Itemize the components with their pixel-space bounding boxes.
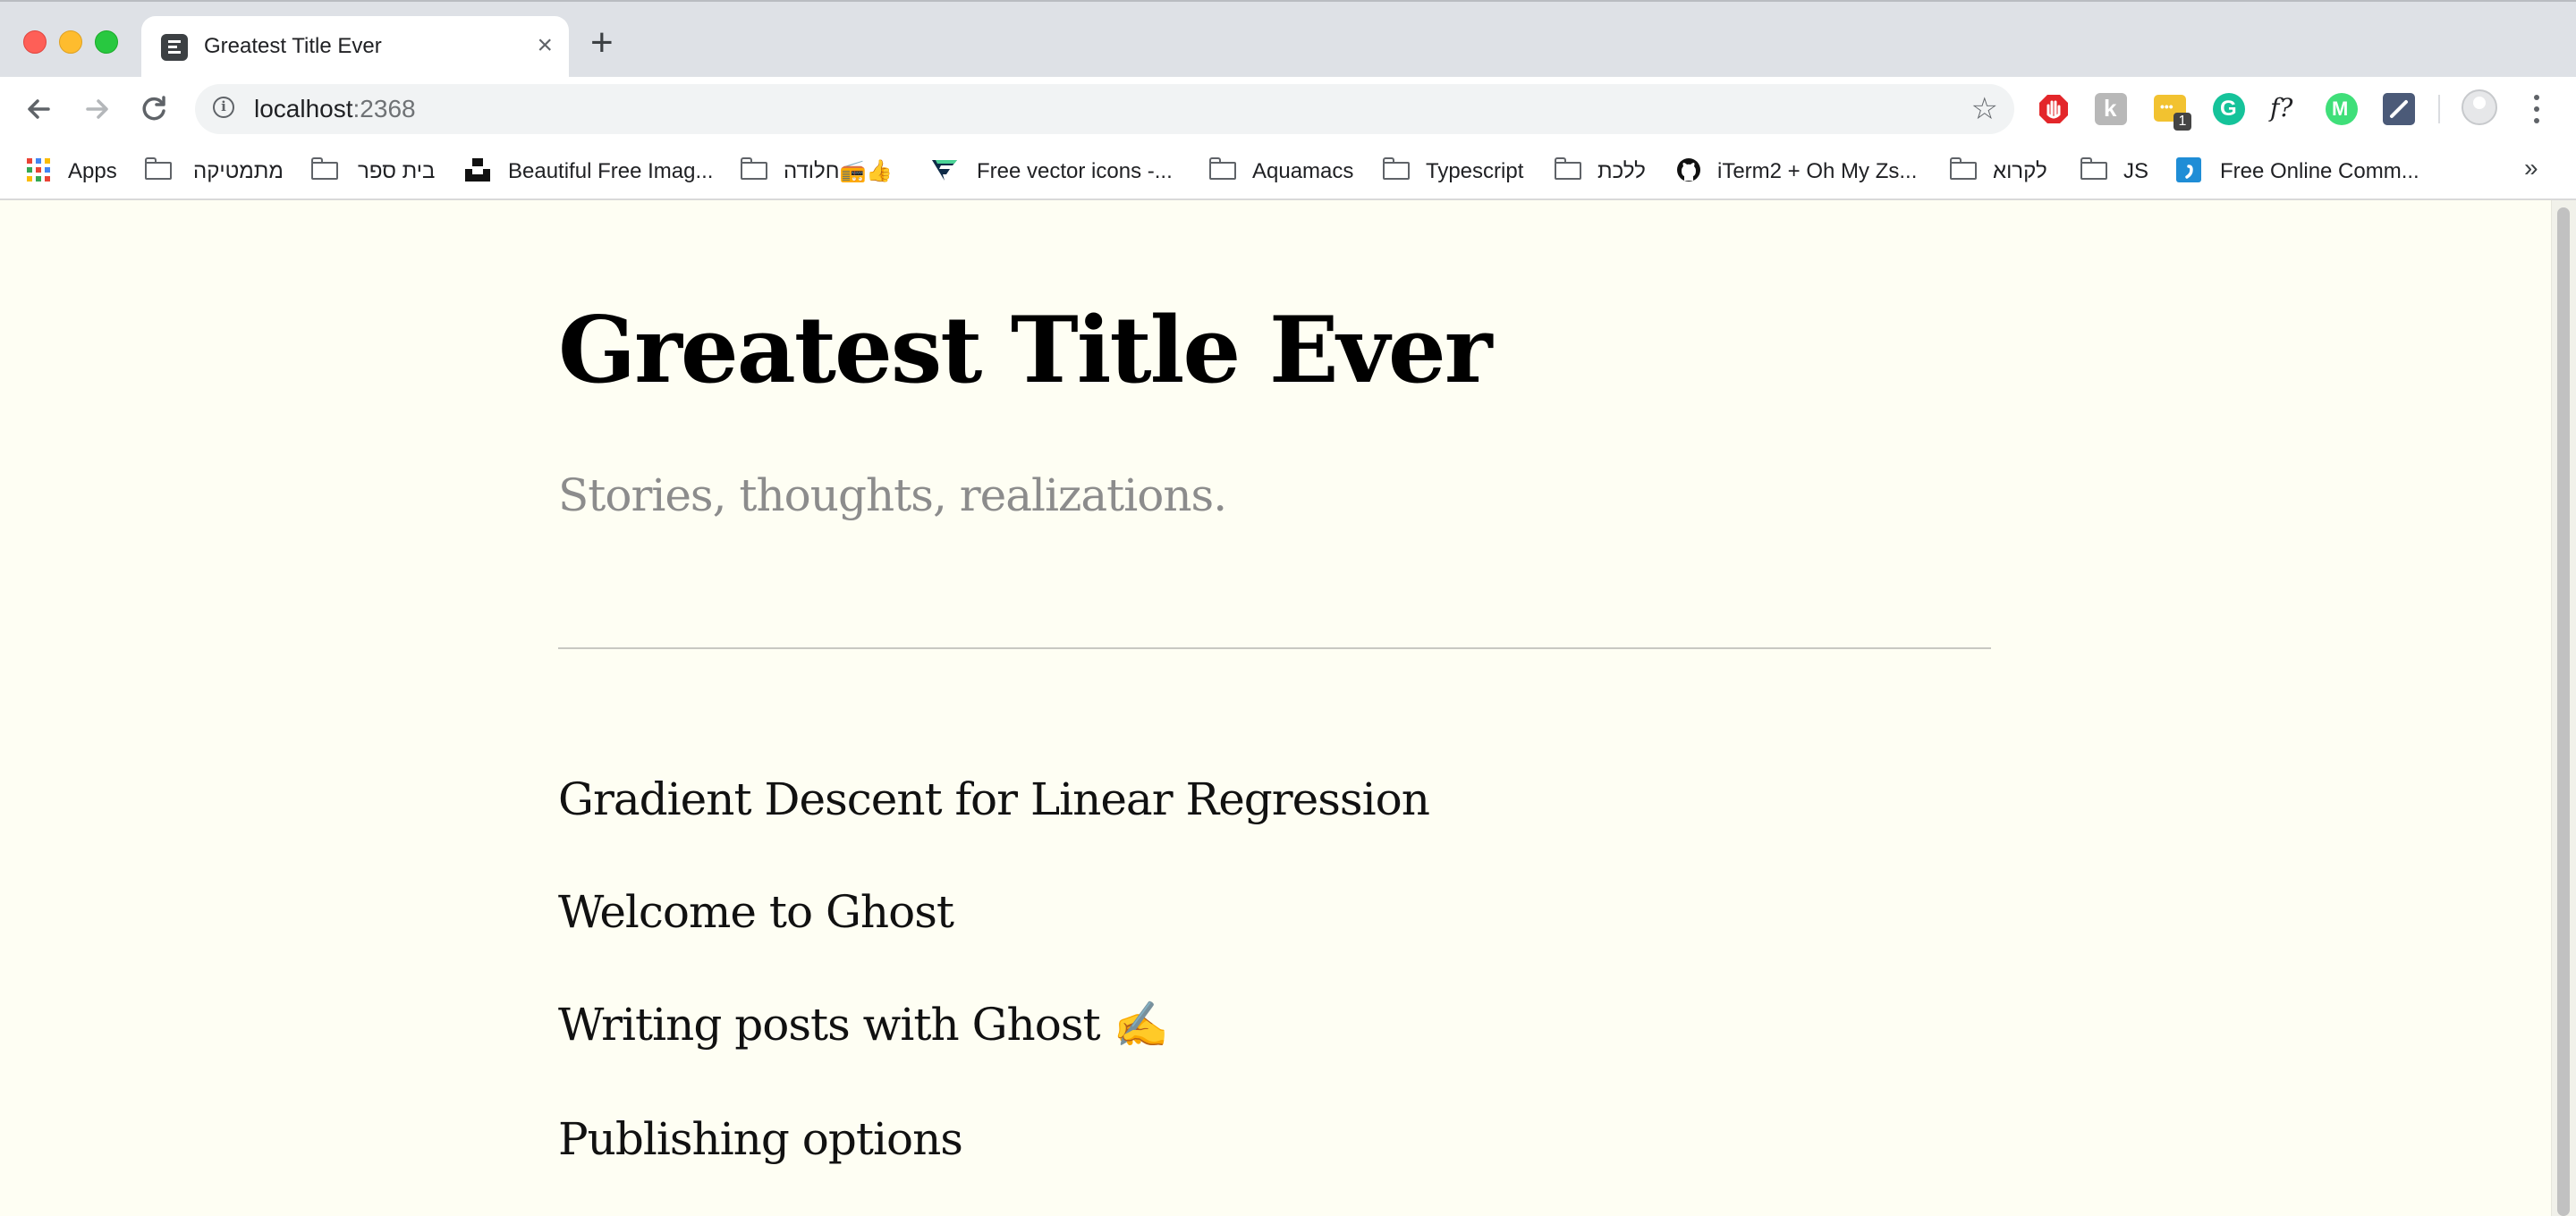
new-tab-button[interactable]: + (590, 23, 614, 63)
extension-count-badge: 1 (2174, 113, 2191, 131)
minimize-window-button[interactable] (59, 30, 82, 54)
bookmark-label: Apps (68, 159, 117, 183)
url-host: localhost (254, 95, 353, 122)
more-options-icon[interactable] (2531, 93, 2542, 125)
unsplash-icon (465, 158, 490, 182)
close-window-button[interactable] (23, 30, 47, 54)
mercury-icon[interactable]: M (2326, 93, 2358, 125)
bookmark-label: ללכת (1597, 159, 1646, 183)
mercury-glyph: M (2332, 97, 2349, 120)
folder-icon (1383, 157, 1411, 182)
site-title[interactable]: Greatest Title Ever (558, 297, 1492, 404)
ghost-favicon-icon (161, 34, 188, 61)
editor-icon[interactable] (2383, 93, 2415, 125)
profile-avatar[interactable] (2462, 89, 2497, 125)
tab-close-icon[interactable]: × (537, 30, 553, 61)
page-content: Greatest Title Ever Stories, thoughts, r… (0, 200, 2551, 1216)
reload-icon[interactable] (134, 89, 174, 129)
post-title-link[interactable]: Welcome to Ghost (558, 885, 954, 939)
bookmark-label: Free Online Comm... (2220, 159, 2419, 183)
bookmark-label: Aquamacs (1252, 159, 1354, 183)
rss-notifier-icon[interactable]: ••• 1 (2154, 95, 2191, 131)
site-description: Stories, thoughts, realizations. (558, 469, 1227, 521)
bookmarks-bar: Apps מתמטיקה בית ספר Beautiful Free Imag… (0, 141, 2576, 200)
bookmark-label: JS (2123, 159, 2149, 183)
header-divider (558, 647, 1991, 649)
hacker-news-glyph: k (2104, 95, 2117, 122)
font-finder-glyph: f? (2270, 93, 2293, 122)
tab-strip: Greatest Title Ever × + (0, 0, 2576, 79)
forward-arrow-icon[interactable] (77, 89, 116, 129)
tab-title: Greatest Title Ever (204, 34, 382, 58)
scrollbar-thumb[interactable] (2557, 207, 2570, 1216)
bookmark-label: מתמטיקה (193, 159, 284, 183)
post-title-link[interactable]: Gradient Descent for Linear Regression (558, 773, 1430, 826)
bookmark-label: Free vector icons -... (977, 159, 1173, 183)
fullscreen-window-button[interactable] (95, 30, 118, 54)
folder-icon (311, 157, 340, 182)
bookmark-label: לקרוא (1993, 159, 2047, 183)
folder-icon (145, 157, 174, 182)
apps-grid-icon (27, 158, 50, 182)
comma-icon (2176, 157, 2201, 182)
flaticon-icon (932, 160, 957, 181)
folder-icon (1209, 157, 1238, 182)
rss-notifier-dots: ••• (2160, 99, 2174, 114)
font-finder-icon[interactable]: f? (2268, 93, 2301, 125)
browser-toolbar: i localhost:2368 ☆ k ••• 1 G f? M (0, 77, 2576, 141)
url-port: :2368 (352, 95, 416, 122)
github-icon (1677, 158, 1700, 182)
bookmark-label: בית ספר (358, 159, 436, 183)
bookmark-star-icon[interactable]: ☆ (1971, 91, 1998, 127)
bookmark-label: Typescript (1426, 159, 1524, 183)
site-info-icon[interactable]: i (213, 97, 234, 118)
pencil-icon (2390, 100, 2408, 118)
url-text[interactable]: localhost:2368 (254, 97, 416, 122)
hacker-news-icon[interactable]: k (2095, 93, 2127, 125)
vertical-scrollbar[interactable] (2551, 200, 2576, 1216)
post-title-link[interactable]: Publishing options (558, 1112, 963, 1166)
address-bar[interactable]: i localhost:2368 ☆ (195, 84, 2014, 134)
back-arrow-icon[interactable] (20, 89, 59, 129)
bookmark-label: iTerm2 + Oh My Zs... (1717, 159, 1918, 183)
folder-icon (1950, 157, 1979, 182)
toolbar-divider (2438, 95, 2440, 123)
grammarly-glyph: G (2220, 97, 2237, 121)
adblock-icon[interactable] (2038, 93, 2070, 125)
grammarly-icon[interactable]: G (2213, 93, 2245, 125)
folder-icon (1555, 157, 1583, 182)
bookmarks-overflow-icon[interactable]: » (2524, 154, 2538, 182)
tab-active[interactable]: Greatest Title Ever × (141, 16, 569, 79)
post-title-link[interactable]: Writing posts with Ghost ✍️ (558, 998, 1169, 1051)
folder-icon (741, 157, 769, 182)
bookmark-label: Beautiful Free Imag... (508, 159, 714, 183)
bookmark-label: חלודה📻👍 (784, 159, 894, 183)
folder-icon (2080, 157, 2109, 182)
